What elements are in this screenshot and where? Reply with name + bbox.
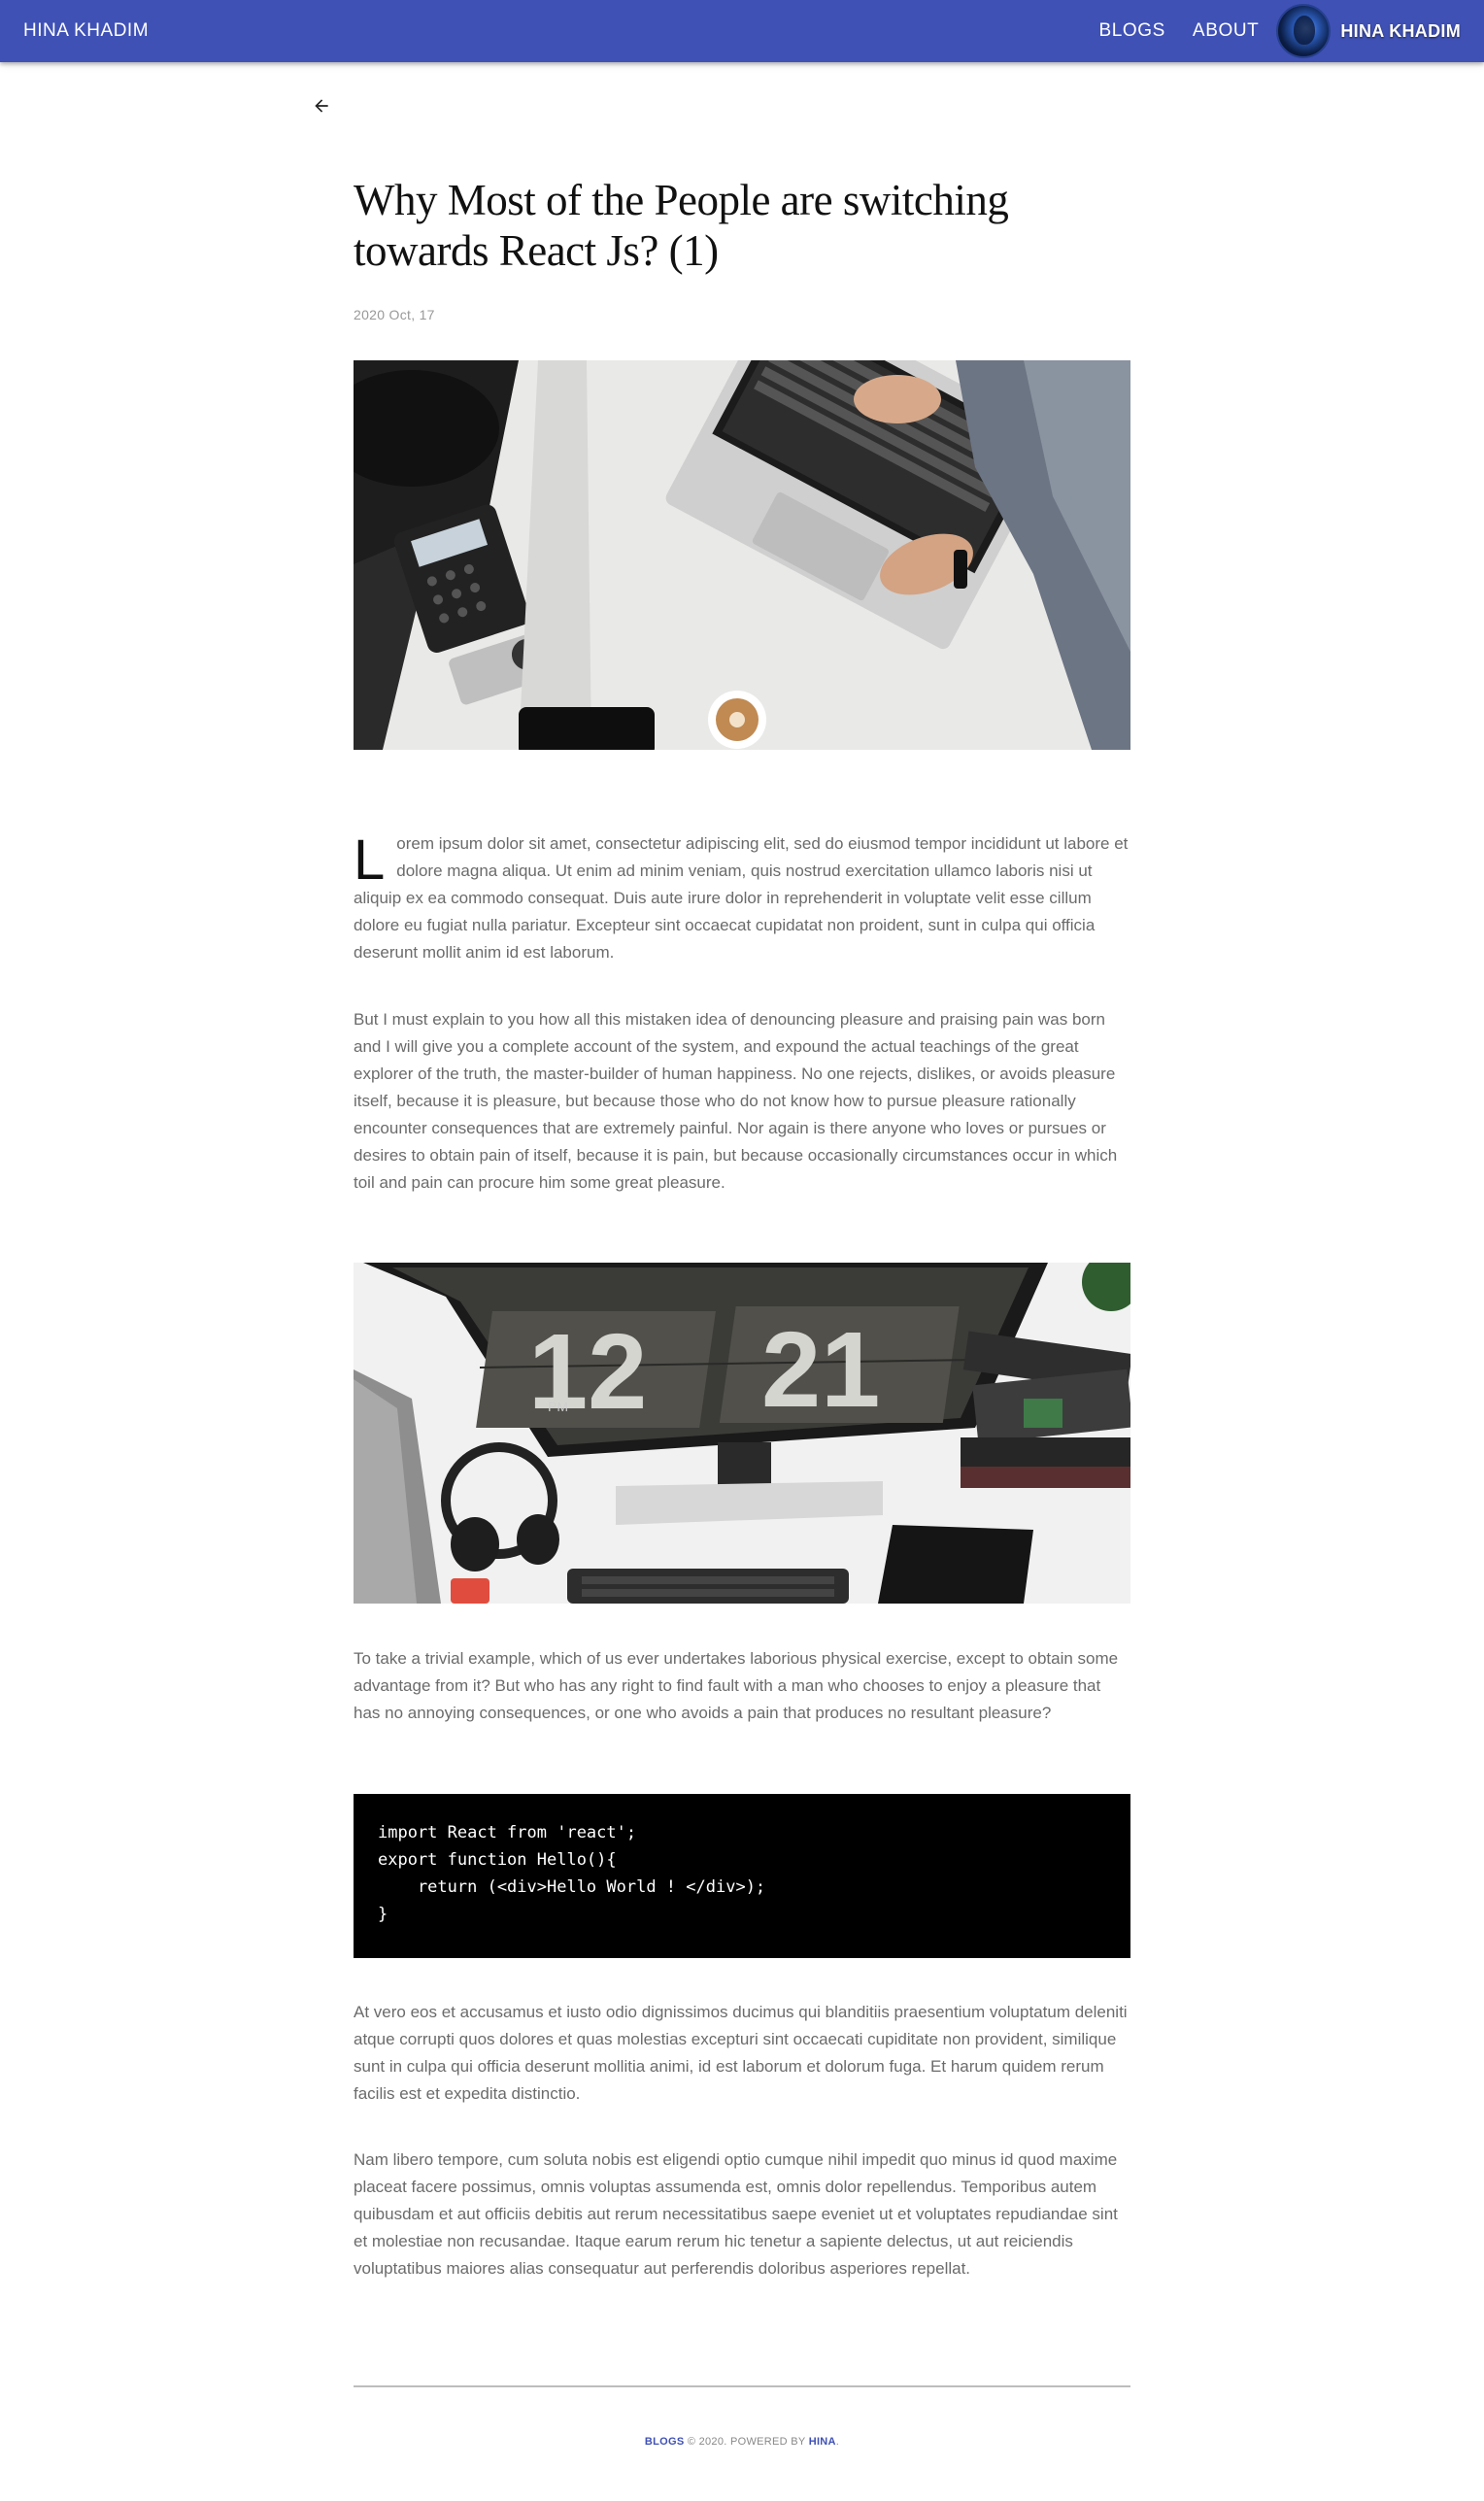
clock-digits-right: 21 bbox=[761, 1310, 880, 1430]
footer-end: . bbox=[835, 2436, 840, 2448]
paragraph-1-text: orem ipsum dolor sit amet, consectetur a… bbox=[354, 834, 1129, 962]
footer-link-blogs[interactable]: BLOGS bbox=[645, 2436, 685, 2448]
back-button[interactable] bbox=[307, 91, 336, 120]
profile-menu[interactable]: HINA KHADIM bbox=[1276, 4, 1461, 58]
workspace-photo bbox=[354, 360, 1130, 750]
article: Why Most of the People are switching tow… bbox=[354, 175, 1130, 276]
profile-name: HINA KHADIM bbox=[1340, 20, 1461, 41]
article-paragraph-2: But I must explain to you how all this m… bbox=[354, 1010, 1118, 1192]
drop-cap: L bbox=[354, 828, 386, 892]
footer-divider bbox=[354, 2385, 1130, 2387]
workspace-illustration bbox=[354, 360, 1130, 750]
nav-link-about[interactable]: ABOUT bbox=[1179, 13, 1272, 50]
article-paragraph-4: At vero eos et accusamus et iusto odio d… bbox=[354, 2003, 1128, 2103]
footer-copyright: © 2020. POWERED BY bbox=[684, 2436, 809, 2448]
footer: BLOGS © 2020. POWERED BY HINA. bbox=[0, 2436, 1484, 2448]
article-date: 2020 Oct, 17 bbox=[354, 307, 435, 322]
clock-ampm: PM bbox=[548, 1399, 568, 1414]
footer-link-author[interactable]: HINA bbox=[809, 2436, 836, 2448]
app-bar: HINA KHADIM BLOGS ABOUT HINA KHADIM bbox=[0, 0, 1484, 62]
clock-digits-left: 12 bbox=[528, 1312, 647, 1432]
article-paragraph-5: Nam libero tempore, cum soluta nobis est… bbox=[354, 2150, 1118, 2278]
desk-clock-photo: 12 21 PM bbox=[354, 1263, 1130, 1604]
arrow-left-icon bbox=[315, 99, 328, 113]
article-title: Why Most of the People are switching tow… bbox=[354, 176, 1009, 275]
article-paragraph-1: L orem ipsum dolor sit amet, consectetur… bbox=[354, 830, 1130, 966]
avatar bbox=[1276, 4, 1332, 58]
nav-link-blogs[interactable]: BLOGS bbox=[1085, 13, 1178, 50]
desk-illustration: 12 21 PM bbox=[354, 1263, 1130, 1604]
article-paragraph-3: To take a trivial example, which of us e… bbox=[354, 1649, 1119, 1722]
brand-title[interactable]: HINA KHADIM bbox=[23, 20, 149, 42]
code-block: import React from 'react'; export functi… bbox=[354, 1794, 1130, 1958]
